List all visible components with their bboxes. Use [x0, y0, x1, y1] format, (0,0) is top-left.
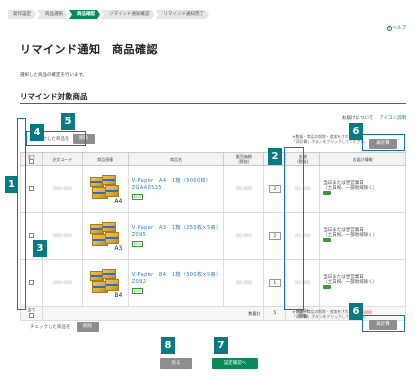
product-name-link[interactable]: V-Paper B4 1箱（500枚×5冊）Z092	[132, 272, 224, 286]
row-qty-cell: 2	[263, 165, 287, 213]
delivery-text: 当日または翌営業日 （土日祝、一部地域除く）	[323, 181, 378, 191]
delivery-info-link[interactable]: お届けについて	[342, 115, 373, 121]
row-qty-cell: 2	[263, 212, 287, 260]
table-row: 000-000 A3 V-Paper A3 1箱（250枚×5冊）Z095 EC…	[20, 212, 406, 260]
delete-bottom-label: チェックした商品を	[30, 325, 71, 330]
delivery-text: 当日または翌営業日 （土日祝、一部地域除く）	[323, 228, 378, 238]
col-image: 商品画像	[81, 152, 129, 166]
row-checkbox[interactable]	[28, 185, 34, 191]
row-checkbox[interactable]	[28, 279, 34, 285]
callout-frame-1	[17, 118, 26, 310]
callout-frame-6-top	[362, 134, 405, 151]
delivery-truck-icon	[323, 238, 332, 242]
row-checkbox[interactable]	[28, 232, 34, 238]
callout-7: 7	[214, 337, 228, 354]
back-button[interactable]: 戻る	[160, 358, 192, 369]
callout-5: 5	[61, 113, 75, 130]
qty-total-label: 数量計	[41, 306, 265, 321]
info-links: お届けについて アイコン説明	[342, 115, 406, 121]
qty-input[interactable]: 2	[268, 232, 281, 240]
delivery-text: 当日または翌営業日 （土日祝、一部地域除く）	[323, 275, 378, 285]
callout-4: 4	[30, 124, 44, 141]
product-image: A4	[88, 174, 123, 205]
qty-input[interactable]: 1	[268, 279, 281, 287]
select-all-checkbox[interactable]	[28, 158, 34, 164]
product-image: A3	[88, 221, 123, 252]
delivery-truck-icon	[323, 285, 332, 289]
eco-icon: ECO	[131, 194, 144, 200]
section-title: リマインド対象商品	[20, 92, 88, 101]
step-5: リマインド通知完了	[156, 10, 210, 19]
row-price: 00,000	[223, 212, 265, 260]
paper-size-label: A4	[114, 198, 123, 205]
row-code: 000-000	[41, 212, 83, 260]
col-delivery: お届け情報	[319, 152, 406, 166]
table-row: 000-000 B4 V-Paper B4 1箱（500枚×5冊）Z092 EC…	[20, 259, 406, 307]
callout-6-bottom: 6	[349, 303, 363, 320]
help-icon: ?	[386, 25, 392, 31]
next-button[interactable]: 設定確認へ	[212, 358, 258, 369]
qty-total: 5	[263, 306, 287, 321]
eco-icon: ECO	[131, 241, 144, 247]
product-name-link[interactable]: V-Paper A4 1箱（5000枚）ZGAA0535	[132, 178, 224, 192]
callout-2: 2	[268, 148, 282, 165]
row-name-cell: V-Paper B4 1箱（500枚×5冊）Z092 ECO	[127, 259, 225, 307]
callout-frame-6-bottom	[362, 315, 405, 332]
row-code: 000-000	[41, 259, 83, 307]
product-name-link[interactable]: V-Paper A3 1箱（250枚×5冊）Z095	[132, 225, 224, 239]
callout-6-top: 6	[349, 123, 363, 140]
step-bar: 発作設定 商品選択 商品確認 リマインド通知確認 リマインド通知完了	[8, 10, 210, 19]
row-name-cell: V-Paper A3 1箱（250枚×5冊）Z095 ECO	[127, 212, 225, 260]
row-image-cell: B4	[81, 259, 129, 307]
callout-3: 3	[33, 240, 47, 257]
row-price: 00,000	[223, 259, 265, 307]
product-table: 全て 注文コード 商品画像 商品名 販売価格 (税抜) 数量 金額 (税抜) お…	[20, 152, 406, 321]
eco-icon: ECO	[131, 288, 144, 294]
col-code: 注文コード	[41, 152, 83, 166]
help-label: ヘルプ	[392, 26, 407, 31]
row-delivery-cell: 当日または翌営業日 （土日祝、一部地域除く）	[319, 165, 406, 213]
step-4: リマインド通知確認	[101, 10, 155, 19]
paper-size-label: A3	[114, 245, 123, 252]
col-name: 商品名	[127, 152, 225, 166]
step-2: 商品選択	[37, 10, 68, 19]
step-1: 発作設定	[8, 10, 36, 19]
col-price: 販売価格 (税抜)	[223, 152, 265, 166]
paper-size-label: B4	[114, 292, 123, 299]
row-name-cell: V-Paper A4 1箱（5000枚）ZGAA0535 ECO	[127, 165, 225, 213]
page-title: リマインド通知 商品確認	[20, 43, 158, 56]
qty-input[interactable]: 2	[268, 185, 281, 193]
select-all-checkbox-bottom[interactable]	[28, 313, 34, 318]
intro-text: 選択した商品の確定を行います。	[20, 73, 88, 78]
step-3-current: 商品確認	[69, 10, 100, 19]
callout-frame-2	[284, 147, 304, 310]
product-image: B4	[88, 268, 123, 299]
icon-legend-link[interactable]: アイコン説明	[379, 115, 406, 121]
section-divider	[20, 103, 406, 104]
row-image-cell: A3	[81, 212, 129, 260]
row-code: 000-000	[41, 165, 83, 213]
row-price: 00,000	[223, 165, 265, 213]
delivery-truck-icon	[323, 191, 332, 195]
callout-1: 1	[5, 176, 18, 193]
delete-button-bottom[interactable]: 削除	[76, 322, 99, 332]
row-qty-cell: 1	[263, 259, 287, 307]
row-image-cell: A4	[81, 165, 129, 213]
help-link[interactable]: ? ヘルプ	[386, 25, 407, 31]
callout-8: 8	[161, 337, 175, 354]
row-delivery-cell: 当日または翌営業日 （土日祝、一部地域除く）	[319, 212, 406, 260]
table-row: 000-000 A4 V-Paper A4 1箱（5000枚）ZGAA0535 …	[20, 165, 406, 213]
row-delivery-cell: 当日または翌営業日 （土日祝、一部地域除く）	[319, 259, 406, 307]
delete-bottom-area: チェックした商品を 削除	[30, 322, 99, 332]
